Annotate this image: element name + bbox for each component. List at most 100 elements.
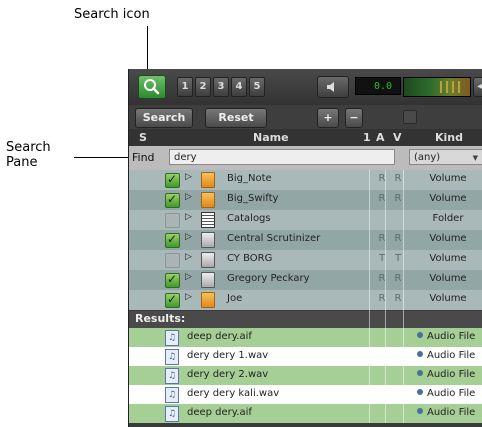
row-name: Central Scrutinizer <box>227 233 321 244</box>
column-header-s[interactable]: S <box>139 130 147 145</box>
preview-speaker-button[interactable] <box>317 76 349 98</box>
row-checkbox[interactable] <box>165 192 180 208</box>
memory-button-4[interactable]: 4 <box>231 77 247 97</box>
disclosure-triangle-icon[interactable]: ▷ <box>185 192 192 202</box>
audio-file-icon: ♫ <box>165 368 179 384</box>
callout-search-icon: Search icon <box>74 7 150 22</box>
table-row[interactable]: ▷ Central Scrutinizer R R Volume <box>129 230 482 250</box>
memory-button-5[interactable]: 5 <box>249 77 265 97</box>
row-kind: Volume <box>429 193 467 204</box>
row-kind: Folder <box>432 213 464 224</box>
result-row[interactable]: ♫ deep dery.aif Audio File <box>129 404 482 423</box>
add-button[interactable]: + <box>317 108 339 128</box>
level-meter <box>403 77 471 97</box>
row-name: CY BORG <box>227 253 273 264</box>
result-kind: Audio File <box>417 407 475 418</box>
result-kind: Audio File <box>417 331 475 342</box>
callout-search-pane: Search Pane <box>6 140 51 170</box>
row-v: R <box>394 193 402 204</box>
search-pane: Find dery (any) ▼ <box>129 146 482 170</box>
row-kind: Volume <box>429 173 467 184</box>
drive-icon <box>201 272 215 288</box>
meter-segment <box>446 81 448 93</box>
search-button[interactable]: Search <box>135 108 193 128</box>
audio-file-dot-icon <box>417 389 423 395</box>
workspace-browser: 1 2 3 4 5 0.0 ◀ Search Reset + − S Name … <box>128 69 482 427</box>
result-kind-label: Audio File <box>427 350 476 361</box>
table-row[interactable]: ▷ Joe R R Volume <box>129 290 482 310</box>
row-checkbox[interactable] <box>165 232 180 248</box>
meter-segment <box>440 81 442 93</box>
result-row[interactable]: ♫ dery dery kali.wav Audio File <box>129 385 482 404</box>
table-row[interactable]: ▷ Big_Note R R Volume <box>129 170 482 190</box>
memory-button-2[interactable]: 2 <box>195 77 211 97</box>
table-row[interactable]: ▷ CY BORG T T Volume <box>129 250 482 270</box>
memory-button-3[interactable]: 3 <box>213 77 229 97</box>
row-v: R <box>394 273 402 284</box>
row-v: R <box>394 233 402 244</box>
table-row[interactable]: ▷ Gregory Peckary R R Volume <box>129 270 482 290</box>
result-kind-label: Audio File <box>427 407 476 418</box>
search-icon <box>144 79 160 95</box>
search-toolbar: Search Reset + − <box>129 105 482 129</box>
result-name: dery dery 1.wav <box>187 350 269 361</box>
toolbar-checkbox[interactable] <box>403 110 417 124</box>
row-checkbox[interactable] <box>165 292 180 308</box>
result-name: dery dery kali.wav <box>187 388 280 399</box>
row-checkbox[interactable] <box>165 172 180 188</box>
column-header-v[interactable]: V <box>393 130 402 145</box>
reset-button[interactable]: Reset <box>205 108 267 128</box>
column-header-1[interactable]: 1 <box>363 130 371 145</box>
volume-icon <box>201 172 215 188</box>
folder-icon <box>201 212 215 228</box>
column-separator <box>403 170 404 423</box>
table-row[interactable]: ▷ Catalogs Folder <box>129 210 482 230</box>
chevron-down-icon: ▼ <box>472 154 478 162</box>
row-kind: Volume <box>429 253 467 264</box>
top-bar: 1 2 3 4 5 0.0 ◀ <box>129 69 482 105</box>
row-kind: Volume <box>429 273 467 284</box>
row-kind: Volume <box>429 293 467 304</box>
audio-file-dot-icon <box>417 370 423 376</box>
disclosure-triangle-icon[interactable]: ▷ <box>185 212 192 222</box>
column-header-kind[interactable]: Kind <box>435 130 463 145</box>
audio-file-icon: ♫ <box>165 330 179 346</box>
row-name: Joe <box>227 293 243 304</box>
volume-slider-button[interactable]: ◀ <box>473 77 482 97</box>
search-icon-button[interactable] <box>138 75 166 99</box>
volume-icon <box>201 192 215 208</box>
disclosure-triangle-icon[interactable]: ▷ <box>185 292 192 302</box>
row-checkbox[interactable] <box>165 253 180 268</box>
memory-button-1[interactable]: 1 <box>177 77 193 97</box>
result-row[interactable]: ♫ dery dery 2.wav Audio File <box>129 366 482 385</box>
kind-select[interactable]: (any) ▼ <box>409 149 482 165</box>
result-row[interactable]: ♫ deep dery.aif Audio File <box>129 328 482 347</box>
row-name: Big_Note <box>227 173 272 184</box>
disclosure-triangle-icon[interactable]: ▷ <box>185 232 192 242</box>
result-kind-label: Audio File <box>427 331 476 342</box>
disclosure-triangle-icon[interactable]: ▷ <box>185 252 192 262</box>
disclosure-triangle-icon[interactable]: ▷ <box>185 172 192 182</box>
results-footer <box>129 423 482 427</box>
audio-file-icon: ♫ <box>165 349 179 365</box>
column-header-a[interactable]: A <box>376 130 385 145</box>
speaker-icon <box>327 82 334 92</box>
row-checkbox[interactable] <box>165 272 180 288</box>
table-row[interactable]: ▷ Big_Swifty R R Volume <box>129 190 482 210</box>
row-v: R <box>394 293 402 304</box>
find-input[interactable]: dery <box>169 149 395 165</box>
row-v: R <box>394 173 402 184</box>
disclosure-triangle-icon[interactable]: ▷ <box>185 272 192 282</box>
result-row[interactable]: ♫ dery dery 1.wav Audio File <box>129 347 482 366</box>
row-checkbox[interactable] <box>165 213 180 228</box>
column-header-name[interactable]: Name <box>253 130 289 145</box>
audio-file-dot-icon <box>417 351 423 357</box>
results-header: Results: <box>129 311 482 328</box>
result-kind: Audio File <box>417 369 475 380</box>
result-name: deep dery.aif <box>187 407 252 418</box>
result-kind-label: Audio File <box>427 388 476 399</box>
result-name: dery dery 2.wav <box>187 369 269 380</box>
audio-file-dot-icon <box>417 332 423 338</box>
remove-button[interactable]: − <box>345 108 363 128</box>
callout-search-pane-line <box>74 157 130 158</box>
